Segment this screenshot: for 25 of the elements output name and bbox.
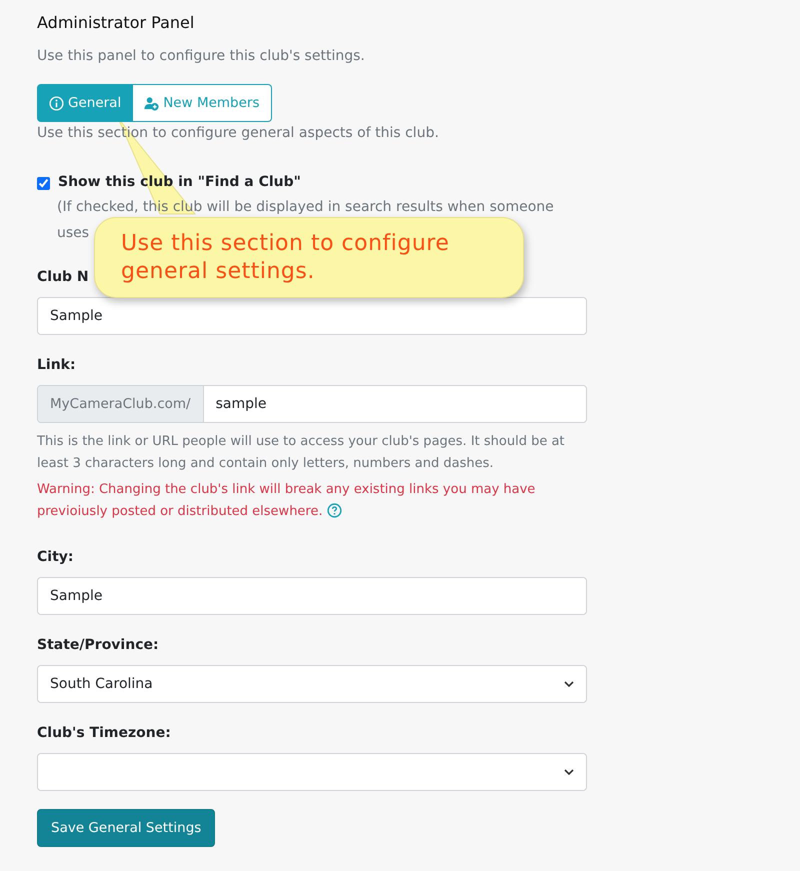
- select-field[interactable]: South Carolina: [37, 665, 587, 703]
- warning-text: Warning: Changing the club's link will break any existing links you may have previoiusly posted or distributed elsewhere.: [37, 481, 536, 521]
- panel-description: Use this panel to configure this club's settings.: [37, 48, 366, 64]
- help-text: This is the link or URL people will use to access your club's pages. It should be at least 3 characters long and contain only letters, numbers and dashes.: [37, 433, 566, 473]
- checkbox-hint: uses: [57, 224, 90, 243]
- checkbox-label: Show this club in "Find a Club": [58, 174, 301, 190]
- user-plus-icon: [144, 96, 160, 110]
- panel-title: Administrator Panel: [37, 13, 196, 32]
- input-field[interactable]: sample: [204, 386, 586, 422]
- field-label: State/Province:: [37, 637, 159, 653]
- select-field[interactable]: [37, 753, 587, 791]
- field-label: City:: [37, 549, 74, 565]
- field-label: Link:: [37, 357, 76, 373]
- help-icon[interactable]: [326, 503, 342, 518]
- caret-icon: [564, 767, 574, 777]
- field-label: Club N: [37, 269, 89, 285]
- info-icon: [49, 96, 64, 110]
- input-field[interactable]: Sample: [37, 297, 587, 335]
- checkbox[interactable]: [37, 177, 50, 190]
- caret-icon: [564, 679, 574, 689]
- url-prefix: MyCameraClub.com/: [38, 386, 204, 422]
- save-button[interactable]: Save General Settings: [37, 809, 216, 847]
- field-label: Club's Timezone:: [37, 725, 171, 741]
- input-field[interactable]: Sample: [37, 577, 587, 615]
- callout-tooltip: Use this section to configure general settings.: [94, 217, 524, 298]
